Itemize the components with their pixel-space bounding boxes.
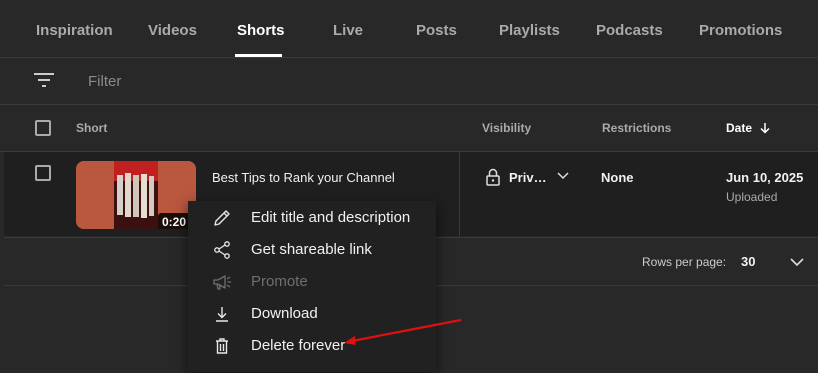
- share-icon: [214, 241, 230, 259]
- active-tab-indicator: [235, 54, 282, 57]
- rows-per-page-select[interactable]: 30: [741, 254, 755, 269]
- tab-live[interactable]: Live: [333, 22, 363, 39]
- column-header-date[interactable]: Date: [726, 121, 771, 135]
- pencil-icon: [214, 210, 230, 226]
- lock-icon: [486, 168, 500, 186]
- column-header-visibility: Visibility: [482, 121, 532, 135]
- menu-item-label: Edit title and description: [251, 209, 411, 226]
- restrictions-value: None: [601, 170, 634, 185]
- tab-shorts[interactable]: Shorts: [237, 22, 285, 39]
- tab-playlists[interactable]: Playlists: [499, 22, 560, 39]
- column-header-short: Short: [76, 121, 108, 135]
- trash-icon: [216, 338, 228, 354]
- tab-podcasts[interactable]: Podcasts: [596, 22, 663, 39]
- column-header-date-label: Date: [726, 121, 753, 135]
- tab-promotions[interactable]: Promotions: [699, 22, 782, 39]
- rows-per-page-label: Rows per page:: [642, 255, 727, 269]
- select-all-checkbox[interactable]: [35, 120, 51, 136]
- menu-item-label: Get shareable link: [251, 241, 372, 258]
- column-divider: [459, 152, 460, 236]
- menu-item-label: Download: [251, 305, 318, 322]
- rows-per-page-chevron-icon[interactable]: [790, 258, 804, 267]
- duration-badge: 0:20: [158, 213, 191, 229]
- megaphone-icon: [213, 275, 231, 290]
- tab-inspiration[interactable]: Inspiration: [36, 22, 113, 39]
- filter-bar: [0, 58, 818, 105]
- tab-videos[interactable]: Videos: [148, 22, 197, 39]
- date-status: Uploaded: [726, 190, 778, 204]
- menu-item-edit-title[interactable]: Edit title and description: [188, 202, 436, 234]
- channel-tabs: Inspiration Videos Shorts Live Posts Pla…: [0, 0, 818, 58]
- tab-posts[interactable]: Posts: [416, 22, 457, 39]
- date-value: Jun 10, 2025: [726, 170, 804, 185]
- sort-down-arrow-icon: [760, 123, 770, 134]
- annotation-arrow-icon: [344, 318, 462, 345]
- table-header: Short Visibility Restrictions Date: [0, 105, 818, 152]
- menu-item-label: Delete forever: [251, 337, 346, 354]
- menu-item-label: Promote: [251, 273, 308, 290]
- chevron-down-icon[interactable]: [557, 172, 569, 180]
- video-thumbnail[interactable]: 0:20: [76, 161, 196, 229]
- filter-icon[interactable]: [34, 72, 54, 88]
- filter-input[interactable]: [86, 70, 390, 92]
- download-icon: [216, 307, 228, 322]
- row-checkbox[interactable]: [35, 165, 51, 181]
- menu-item-share-link[interactable]: Get shareable link: [188, 234, 436, 266]
- column-header-restrictions: Restrictions: [602, 121, 672, 135]
- menu-item-promote: Promote: [188, 266, 436, 298]
- video-title[interactable]: Best Tips to Rank your Channel: [212, 170, 395, 185]
- visibility-value[interactable]: Priv…: [509, 170, 547, 185]
